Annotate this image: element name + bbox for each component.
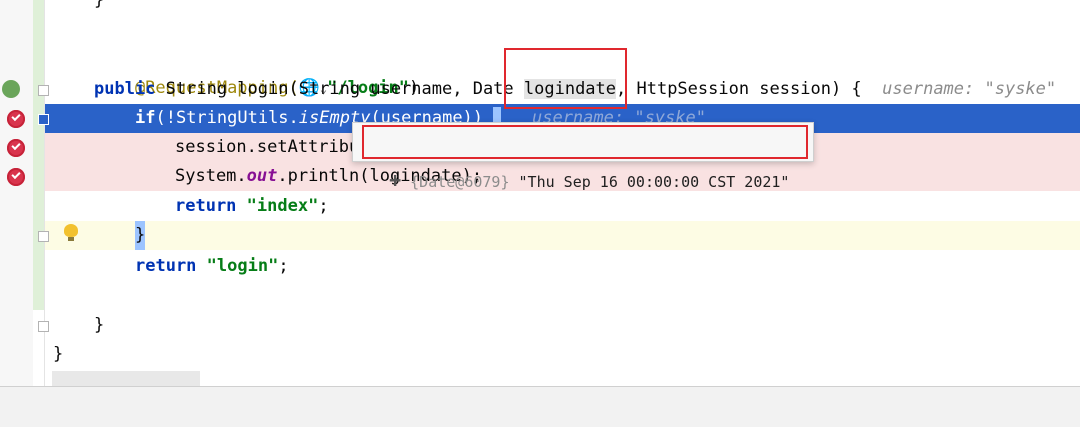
fold-toggle-2[interactable] [38, 114, 49, 125]
signature-mid: String login(String username, Date [155, 79, 524, 99]
fold-toggle-3[interactable] [38, 231, 49, 242]
semicolon-2: ; [278, 256, 289, 276]
keyword-if: if [135, 108, 156, 128]
editor-status-strip [0, 386, 1080, 427]
expand-plus-icon[interactable]: + [389, 168, 401, 192]
closing-brace-if: } [135, 221, 146, 250]
breakpoint-check-icon[interactable] [7, 110, 25, 128]
code-line-1[interactable]: } [45, 0, 1080, 15]
keyword-return-2: return [135, 256, 197, 276]
fold-toggle[interactable] [38, 85, 49, 96]
object-reference: {Date@6079} [410, 173, 510, 191]
signature-post: , HttpSession session) { [616, 79, 862, 99]
string-index: "index" [246, 196, 319, 216]
return-index-code: return "index"; [175, 192, 329, 221]
inline-debug-value: username: "syske" [882, 79, 1057, 99]
string-login: "login" [206, 256, 279, 276]
lightbulb-icon[interactable] [64, 224, 78, 242]
code-line-class-close[interactable]: } [45, 340, 1080, 369]
highlight-box-param [504, 48, 627, 109]
code-line-return-login[interactable]: return "login"; [45, 252, 1080, 281]
web-globe-icon[interactable] [2, 80, 20, 98]
return-login-code: return "login"; [135, 252, 289, 281]
system-class: System. [175, 166, 247, 186]
code-line-method-close[interactable]: } [45, 311, 1080, 340]
closing-brace: } [94, 0, 105, 10]
keyword-public: public [94, 79, 156, 99]
breakpoint-check-icon[interactable] [7, 139, 25, 157]
fold-toggle-4[interactable] [38, 321, 49, 332]
if-mid: (!StringUtils. [155, 108, 299, 128]
keyword-return: return [175, 196, 237, 216]
date-value: "Thu Sep 16 00:00:00 CST 2021" [518, 173, 790, 191]
horizontal-scrollbar-thumb[interactable] [52, 371, 200, 386]
breakpoint-check-icon[interactable] [7, 168, 25, 186]
closing-brace-class: } [53, 344, 64, 364]
code-line-close-if[interactable]: } [45, 221, 1080, 250]
semicolon: ; [318, 196, 329, 216]
field-out: out [246, 166, 278, 186]
closing-brace-method: } [94, 315, 105, 335]
session-code: session.setAttribute [175, 137, 380, 157]
highlight-box-tooltip [362, 125, 808, 159]
editor-gutter[interactable] [0, 0, 33, 386]
